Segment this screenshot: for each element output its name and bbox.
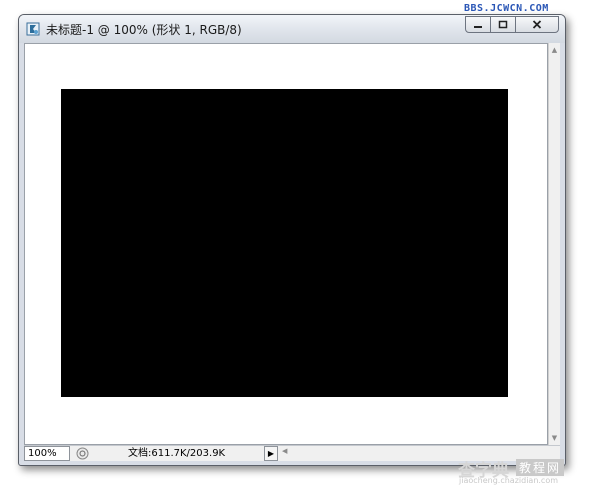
maximize-icon — [498, 20, 508, 29]
scroll-down-arrow-icon[interactable]: ▼ — [549, 432, 560, 444]
status-info-icon[interactable] — [76, 447, 89, 460]
site-logo-url: jiaocheng.chazidian.com — [459, 476, 559, 485]
close-icon — [532, 20, 542, 29]
site-logo: 查字典 教程网 jiaocheng.chazidian.com — [458, 456, 588, 486]
photoshop-document-icon — [26, 22, 40, 36]
minimize-icon — [474, 25, 482, 28]
document-window[interactable]: 未标题-1 @ 100% (形状 1, RGB/8) ▲ ▼ 100% 文档:6… — [18, 14, 566, 466]
title-bar[interactable]: 未标题-1 @ 100% (形状 1, RGB/8) — [19, 15, 565, 43]
black-rectangle-shape[interactable] — [61, 89, 508, 397]
document-canvas[interactable] — [24, 43, 548, 445]
window-title: 未标题-1 @ 100% (形状 1, RGB/8) — [46, 23, 242, 37]
status-menu-arrow-icon[interactable]: ▶ — [264, 446, 278, 461]
minimize-button[interactable] — [465, 16, 491, 33]
document-size-info: 文档:611.7K/203.9K — [128, 448, 226, 459]
scroll-up-arrow-icon[interactable]: ▲ — [549, 44, 560, 56]
close-button[interactable] — [515, 16, 559, 33]
watermark-text: BBS.JCWCN.COM — [464, 3, 549, 14]
maximize-button[interactable] — [490, 16, 516, 33]
vertical-scrollbar[interactable]: ▲ ▼ — [548, 43, 560, 445]
scroll-left-arrow-icon[interactable]: ◀ — [282, 447, 287, 455]
zoom-level-input[interactable]: 100% — [24, 446, 70, 461]
window-controls — [465, 16, 559, 34]
site-logo-tag: 教程网 — [516, 459, 565, 476]
